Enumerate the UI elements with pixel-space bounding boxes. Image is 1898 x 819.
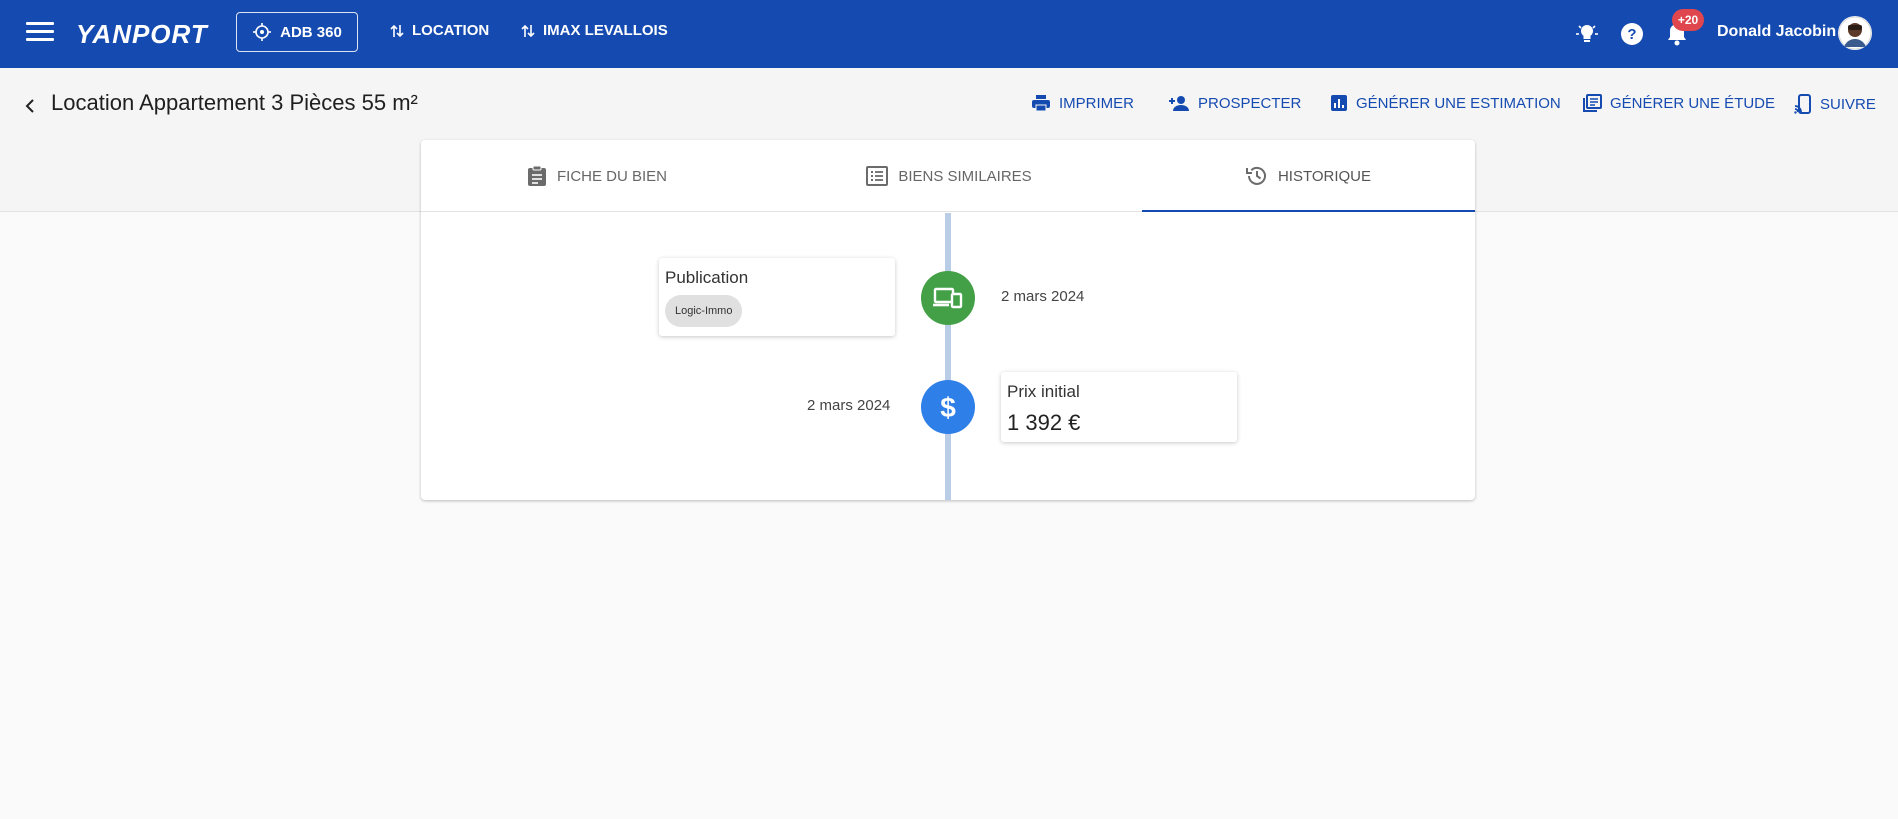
lightbulb-icon[interactable] <box>1573 20 1601 48</box>
svg-text:$: $ <box>940 392 956 422</box>
event-date: 2 mars 2024 <box>807 397 891 414</box>
tab-fiche-du-bien[interactable]: FICHE DU BIEN <box>421 140 773 212</box>
price-value: 1 392 € <box>1007 410 1081 435</box>
avatar[interactable] <box>1838 16 1872 50</box>
clipboard-icon <box>527 165 546 186</box>
back-arrow-icon[interactable] <box>18 94 42 118</box>
timeline-line <box>945 213 951 500</box>
location-switch[interactable]: LOCATION <box>390 22 489 39</box>
tab-similaires-label: BIENS SIMILAIRES <box>898 167 1032 185</box>
cast-icon <box>1794 94 1811 114</box>
timeline-card-price: Prix initial 1 392 € <box>1001 372 1237 442</box>
print-label: IMPRIMER <box>1059 94 1134 112</box>
follow-button[interactable]: SUIVRE <box>1794 94 1876 114</box>
study-button[interactable]: GÉNÉRER UNE ÉTUDE <box>1582 94 1775 112</box>
agency-label: IMAX LEVALLOIS <box>543 22 668 39</box>
menu-icon[interactable] <box>26 22 54 46</box>
tab-bar: FICHE DU BIEN BIENS SIMILAIRES HISTORIQU… <box>421 140 1475 212</box>
notification-badge: +20 <box>1672 9 1704 31</box>
prospect-button[interactable]: PROSPECTER <box>1168 94 1301 112</box>
source-chip[interactable]: Logic-Immo <box>665 295 743 327</box>
event-title: Prix initial <box>1007 382 1080 401</box>
active-tab-indicator <box>1142 210 1475 212</box>
svg-text:?: ? <box>1627 26 1636 43</box>
dollar-icon: $ <box>940 392 956 422</box>
adb360-button[interactable]: ADB 360 <box>236 12 358 52</box>
event-date: 2 mars 2024 <box>1001 288 1085 305</box>
tab-historique-label: HISTORIQUE <box>1277 167 1372 185</box>
page-title: Location Appartement 3 Pièces 55 m² <box>51 90 418 115</box>
top-app-bar: YANPORT ADB 360 LOCATION IMAX LEVALLOIS <box>0 0 1898 68</box>
user-name[interactable]: Donald Jacobin <box>1717 23 1836 41</box>
follow-label: SUIVRE <box>1820 95 1876 113</box>
bar-chart-icon <box>1331 95 1347 111</box>
location-label: LOCATION <box>412 22 490 39</box>
printer-icon <box>1032 95 1050 112</box>
history-icon <box>1245 166 1266 185</box>
event-title: Publication <box>665 268 749 287</box>
person-add-icon <box>1169 96 1189 111</box>
adb360-label: ADB 360 <box>280 23 342 41</box>
agency-switch[interactable]: IMAX LEVALLOIS <box>521 22 668 39</box>
list-alt-icon <box>866 166 889 186</box>
tab-biens-similaires[interactable]: BIENS SIMILAIRES <box>773 140 1125 212</box>
library-books-icon <box>1583 94 1602 112</box>
timeline-dot-price: $ <box>921 380 975 434</box>
tab-historique[interactable]: HISTORIQUE <box>1142 140 1475 212</box>
timeline-dot-publication <box>921 271 975 325</box>
help-icon[interactable]: ? <box>1618 20 1646 48</box>
swap-vertical-icon <box>521 24 535 37</box>
devices-icon <box>933 287 963 309</box>
study-label: GÉNÉRER UNE ÉTUDE <box>1610 94 1776 112</box>
estimate-button[interactable]: GÉNÉRER UNE ESTIMATION <box>1330 94 1561 112</box>
print-button[interactable]: IMPRIMER <box>1031 94 1134 112</box>
target-icon <box>253 23 272 41</box>
prospect-label: PROSPECTER <box>1198 94 1302 112</box>
app-logo[interactable]: YANPORT <box>76 19 208 50</box>
tab-fiche-label: FICHE DU BIEN <box>556 167 667 185</box>
swap-vertical-icon <box>390 24 404 37</box>
timeline-card-publication: Publication Logic-Immo <box>659 258 895 336</box>
property-card: FICHE DU BIEN BIENS SIMILAIRES HISTORIQU… <box>421 140 1475 500</box>
estimate-label: GÉNÉRER UNE ESTIMATION <box>1356 94 1561 112</box>
